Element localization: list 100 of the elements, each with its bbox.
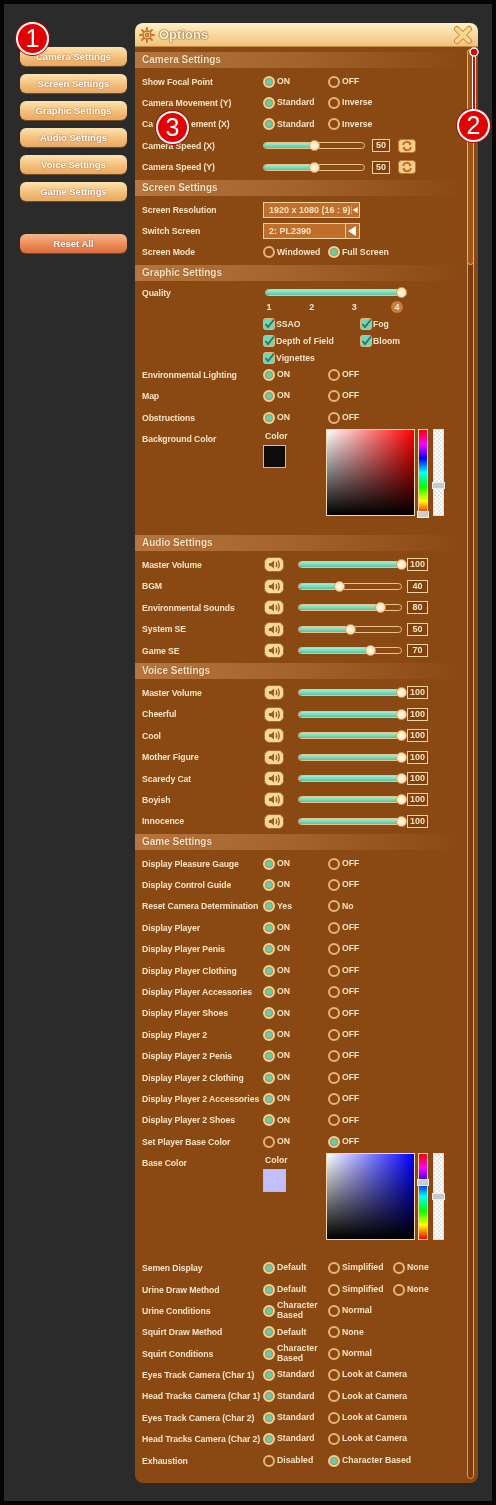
setting-label: Eyes Track Camera (Char 1)	[142, 1370, 256, 1381]
dropdown[interactable]: 2: PL2390	[263, 223, 360, 240]
value-box: 100	[407, 793, 428, 807]
radio-option[interactable]: None	[393, 1262, 431, 1275]
radio-option[interactable]: ON	[263, 964, 328, 977]
setting-label: Game SE	[142, 645, 181, 656]
checkbox-option[interactable]: Bloom	[360, 335, 401, 348]
value-box: 100	[407, 686, 428, 700]
value-box: 50	[407, 622, 428, 636]
setting-label: Semen Display	[142, 1263, 204, 1274]
radio-option[interactable]: Standard	[263, 97, 328, 110]
radio-option[interactable]: Character Based	[263, 1344, 328, 1364]
radio-option[interactable]: Character Based	[263, 1301, 328, 1321]
radio-option[interactable]: OFF	[328, 986, 362, 998]
radio-option[interactable]: ON	[263, 75, 328, 88]
radio-option[interactable]: ON	[263, 1092, 328, 1105]
radio-option[interactable]: Look at Camera	[328, 1369, 410, 1382]
radio-option[interactable]: Standard	[263, 1411, 328, 1424]
radio-option[interactable]: Inverse	[328, 118, 375, 131]
radio-option[interactable]: Character Based	[328, 1454, 414, 1467]
checkbox-option[interactable]: Vignettes	[263, 352, 360, 365]
radio-option[interactable]: OFF	[328, 1092, 362, 1105]
radio-option[interactable]: OFF	[328, 921, 362, 934]
radio-option[interactable]: OFF	[328, 411, 362, 424]
radio-option[interactable]: OFF	[328, 1114, 362, 1127]
radio-option[interactable]: ON	[263, 943, 328, 956]
radio-option[interactable]: ON	[263, 1135, 328, 1148]
section-title: Screen Settings	[142, 180, 218, 195]
radio-option[interactable]: Full Screen	[328, 246, 391, 259]
radio-option[interactable]: ON	[263, 1050, 328, 1063]
radio-option[interactable]: Default	[263, 1262, 328, 1275]
radio-option[interactable]: OFF	[328, 390, 362, 403]
radio-option[interactable]: OFF	[328, 879, 362, 892]
radio-option[interactable]: No	[328, 900, 356, 913]
radio-option[interactable]: Normal	[328, 1304, 374, 1317]
radio-option[interactable]: ON	[263, 1071, 328, 1084]
radio-option[interactable]: ON	[263, 879, 328, 892]
checkbox-option[interactable]: Depth of Field	[263, 335, 360, 348]
dropdown[interactable]: 1920 x 1080 (16 : 9)	[263, 201, 360, 218]
radio-option[interactable]: ON	[263, 857, 328, 870]
radio-option[interactable]: Look at Camera	[328, 1411, 410, 1424]
value-box: 40	[407, 579, 428, 593]
radio-option[interactable]: OFF	[328, 1071, 362, 1084]
setting-label: Display Player Clothing	[142, 965, 238, 976]
radio-option[interactable]: ON	[263, 411, 328, 424]
setting-label: Boyish	[142, 794, 172, 805]
radio-option[interactable]: OFF	[328, 1028, 362, 1041]
setting-label: System SE	[142, 624, 187, 635]
radio-option[interactable]: Look at Camera	[328, 1390, 410, 1403]
radio-option[interactable]: Default	[263, 1326, 328, 1339]
checkbox-option[interactable]: SSAO	[263, 318, 360, 331]
setting-label: Squirt Draw Method	[142, 1327, 224, 1338]
tick-label: 2	[308, 301, 316, 314]
radio-option[interactable]: OFF	[328, 368, 362, 381]
tick-label: 3	[350, 301, 358, 314]
radio-option[interactable]: Simplified	[328, 1283, 393, 1296]
radio-option[interactable]: None	[393, 1283, 431, 1296]
radio-option[interactable]: Windowed	[263, 246, 328, 259]
radio-option[interactable]: ON	[263, 1007, 328, 1020]
radio-option[interactable]: OFF	[328, 1007, 362, 1020]
radio-option[interactable]: Look at Camera	[328, 1433, 410, 1446]
value-box: 100	[407, 814, 428, 828]
radio-option[interactable]: OFF	[328, 75, 362, 88]
setting-label: Environmental Lighting	[142, 369, 238, 380]
radio-option[interactable]: ON	[263, 368, 328, 381]
setting-label: Quality	[142, 287, 172, 299]
radio-option[interactable]: OFF	[328, 943, 362, 956]
radio-option[interactable]: OFF	[328, 964, 362, 977]
radio-option[interactable]: Standard	[263, 118, 328, 131]
setting-label: Display Player	[142, 922, 201, 933]
radio-option[interactable]: ON	[263, 921, 328, 934]
setting-label: Switch Screen	[142, 226, 202, 237]
value-box: 50	[372, 139, 390, 153]
radio-option[interactable]: ON	[263, 390, 328, 403]
radio-option[interactable]: OFF	[328, 1050, 362, 1063]
radio-option[interactable]: ON	[263, 986, 328, 998]
radio-option[interactable]: Standard	[263, 1433, 328, 1446]
setting-label: Display Player 2 Clothing	[142, 1072, 245, 1083]
setting-label: Display Player 2	[142, 1029, 209, 1040]
radio-option[interactable]: Disabled	[263, 1454, 328, 1467]
tick-label: 4	[390, 301, 403, 314]
radio-option[interactable]: Default	[263, 1283, 328, 1296]
checkbox-option[interactable]: Fog	[360, 318, 401, 331]
radio-option[interactable]: Yes	[263, 900, 328, 913]
setting-label: Screen Resolution	[142, 204, 218, 215]
color-caption: Color	[265, 431, 288, 442]
radio-option[interactable]: Standard	[263, 1369, 328, 1382]
setting-label: Head Tracks Camera (Char 1)	[142, 1391, 262, 1402]
radio-option[interactable]: Normal	[328, 1347, 374, 1360]
radio-option[interactable]: Inverse	[328, 97, 375, 110]
radio-option[interactable]: Simplified	[328, 1262, 393, 1275]
radio-option[interactable]: ON	[263, 1114, 328, 1127]
radio-option[interactable]: ON	[263, 1028, 328, 1041]
setting-label: Mother Figure	[142, 752, 200, 763]
radio-option[interactable]: OFF	[328, 1135, 362, 1148]
radio-option[interactable]: Standard	[263, 1390, 328, 1403]
section-title: Audio Settings	[142, 536, 213, 551]
setting-label: Display Player Shoes	[142, 1008, 229, 1019]
radio-option[interactable]: OFF	[328, 857, 362, 870]
radio-option[interactable]: None	[328, 1326, 366, 1339]
